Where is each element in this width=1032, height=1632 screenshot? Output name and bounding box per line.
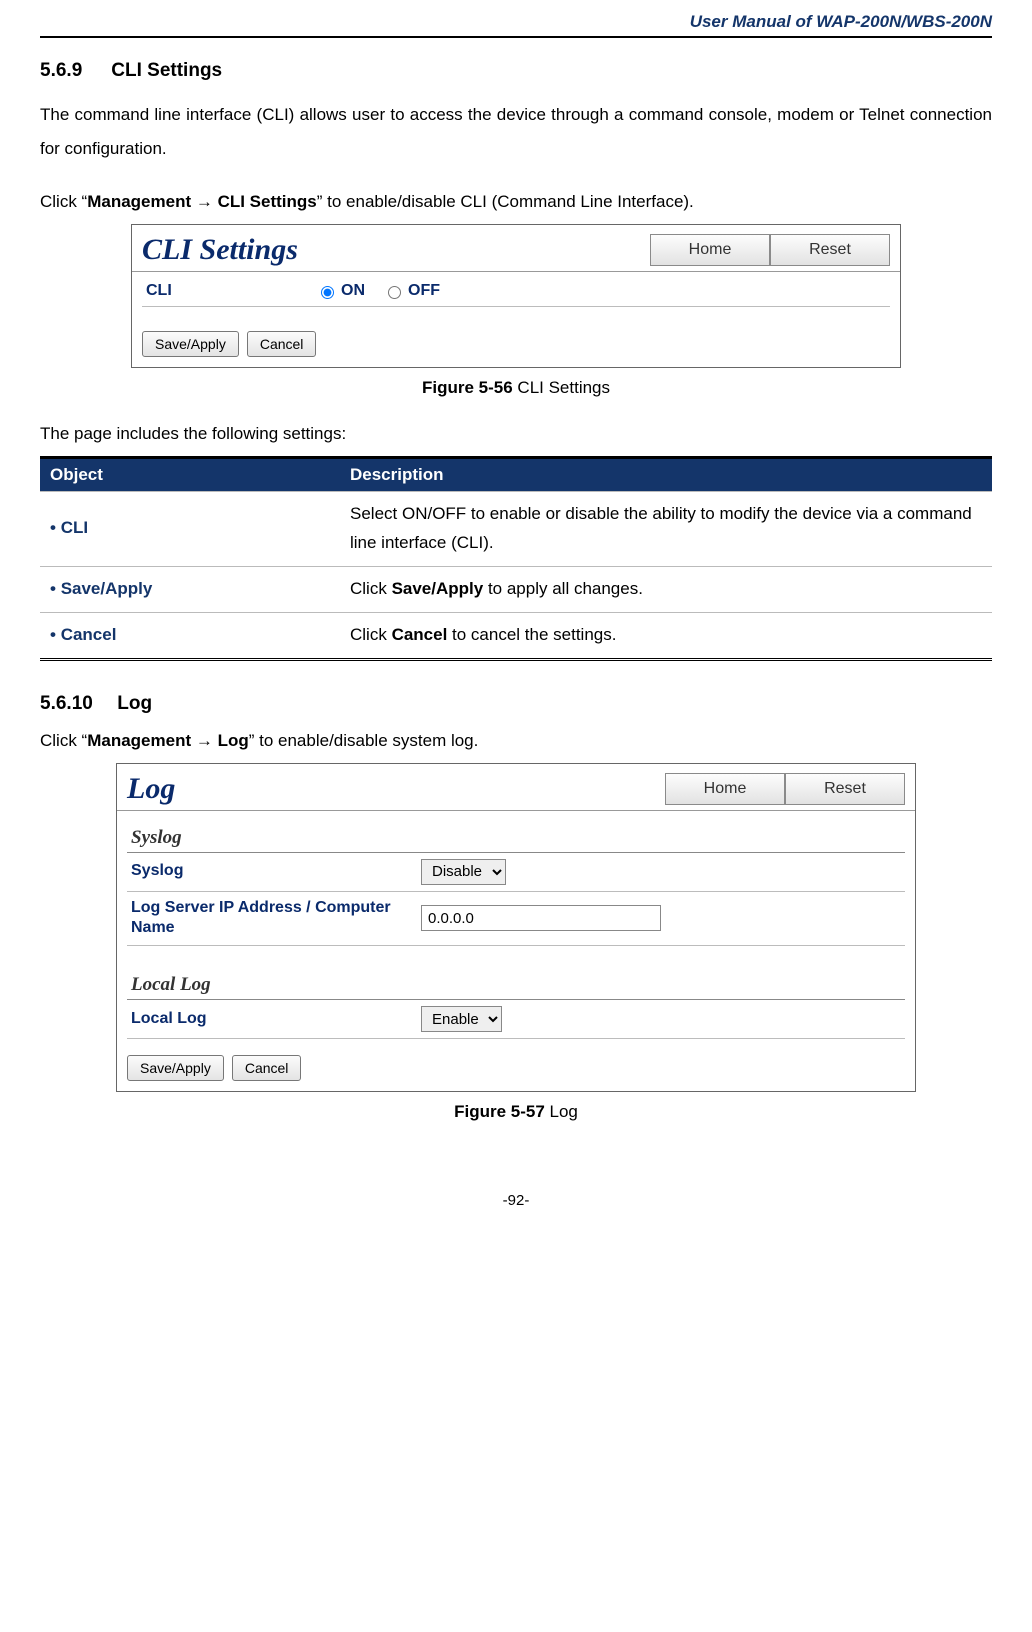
screenshot-cli-settings: CLI Settings Home Reset CLI ON [131, 224, 901, 368]
row-description: Select ON/OFF to enable or disable the a… [340, 492, 992, 567]
cli-label: CLI [146, 282, 316, 300]
figure-caption-log: Figure 5-57 Log [40, 1102, 992, 1122]
cli-radio-group: ON OFF [316, 282, 440, 300]
figure-caption-cli: Figure 5-56 CLI Settings [40, 378, 992, 398]
screenshot-log: Log Home Reset Syslog Syslog Disable Log… [116, 763, 916, 1093]
row-object: Save/Apply [50, 579, 152, 598]
section-title: Log [117, 693, 152, 714]
col-description: Description [340, 458, 992, 492]
local-log-select[interactable]: Enable [421, 1006, 502, 1032]
cli-on-radio[interactable] [321, 286, 334, 299]
reset-button[interactable]: Reset [785, 773, 905, 805]
group-local-log: Local Log [127, 964, 905, 1000]
cli-off-radio[interactable] [388, 286, 401, 299]
home-button[interactable]: Home [665, 773, 785, 805]
panel-title: Log [127, 772, 175, 806]
cli-off-option[interactable]: OFF [383, 282, 440, 300]
row-description: Click Cancel to cancel the settings. [340, 612, 992, 659]
row-object: Cancel [50, 625, 116, 644]
doc-header: User Manual of WAP-200N/WBS-200N [40, 12, 992, 38]
save-apply-button[interactable]: Save/Apply [127, 1055, 224, 1081]
home-button[interactable]: Home [650, 234, 770, 266]
cancel-button[interactable]: Cancel [232, 1055, 302, 1081]
section-number: 5.6.10 [40, 693, 112, 715]
row-description: Click Save/Apply to apply all changes. [340, 566, 992, 612]
table-row: Cancel Click Cancel to cancel the settin… [40, 612, 992, 659]
col-object: Object [40, 458, 340, 492]
syslog-label: Syslog [131, 861, 421, 882]
syslog-select[interactable]: Disable [421, 859, 506, 885]
nav-instruction-cli: Click “Management → CLI Settings” to ena… [40, 192, 992, 212]
cancel-button[interactable]: Cancel [247, 331, 317, 357]
row-object: CLI [50, 518, 88, 537]
section-number: 5.6.9 [40, 60, 106, 82]
reset-button[interactable]: Reset [770, 234, 890, 266]
cli-on-option[interactable]: ON [316, 282, 365, 300]
group-syslog: Syslog [127, 817, 905, 853]
table-intro: The page includes the following settings… [40, 424, 992, 444]
section-title: CLI Settings [111, 60, 222, 81]
local-log-label: Local Log [131, 1009, 421, 1030]
settings-table: Object Description CLI Select ON/OFF to … [40, 456, 992, 661]
page-number: -92- [40, 1192, 992, 1209]
log-server-ip-label: Log Server IP Address / Computer Name [131, 898, 421, 940]
save-apply-button[interactable]: Save/Apply [142, 331, 239, 357]
panel-title: CLI Settings [142, 233, 298, 267]
section-heading-log: 5.6.10 Log [40, 693, 992, 715]
table-row: CLI Select ON/OFF to enable or disable t… [40, 492, 992, 567]
section-heading-cli: 5.6.9 CLI Settings [40, 60, 992, 82]
nav-instruction-log: Click “Management → Log” to enable/disab… [40, 731, 992, 751]
log-server-ip-input[interactable] [421, 905, 661, 931]
section-intro: The command line interface (CLI) allows … [40, 98, 992, 166]
table-row: Save/Apply Click Save/Apply to apply all… [40, 566, 992, 612]
